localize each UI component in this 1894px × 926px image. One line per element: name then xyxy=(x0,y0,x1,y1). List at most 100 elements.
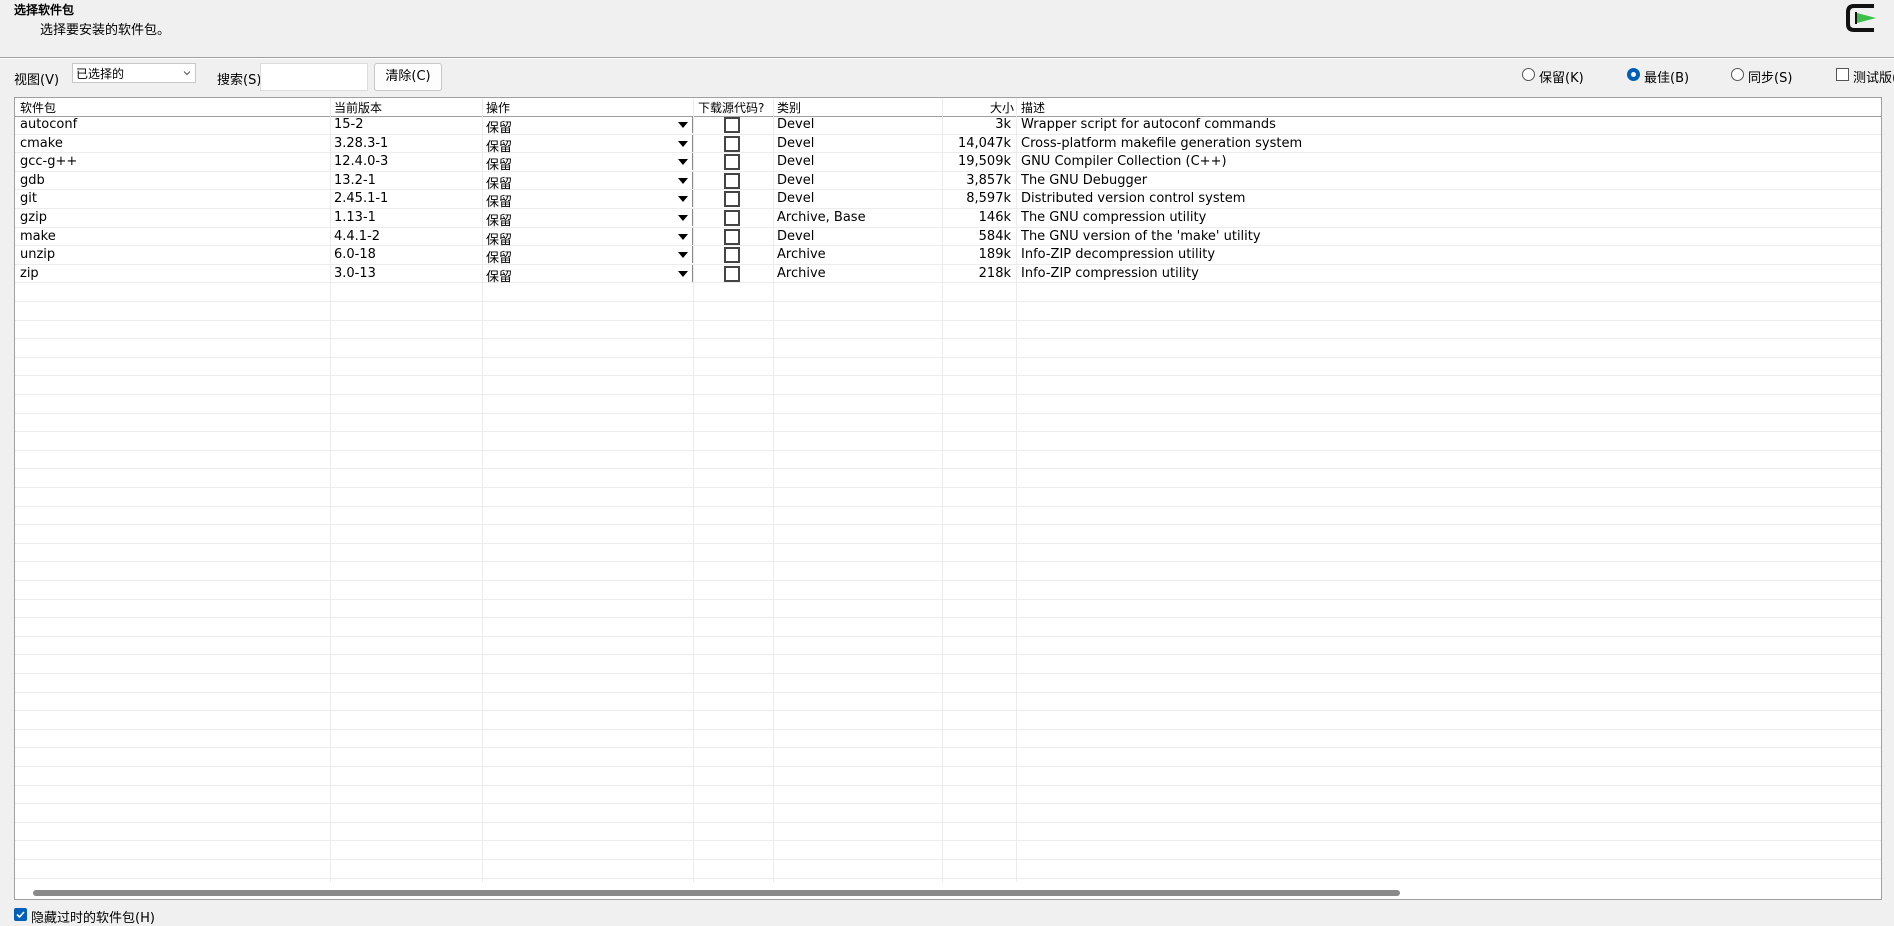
table-row[interactable]: zip 3.0-13 保留 Archive Info-ZIP compression u… xyxy=(15,264,1881,285)
description: The GNU compression utility xyxy=(1021,210,1207,225)
dropdown-arrow-icon[interactable] xyxy=(678,196,688,203)
action-select-border xyxy=(692,264,693,282)
package-name: gcc-g++ xyxy=(20,154,78,170)
empty-row xyxy=(15,860,1881,879)
empty-row xyxy=(15,432,1881,451)
package-size: 189k xyxy=(978,247,1011,263)
table-row[interactable]: gzip 1.13-1 保留 Archive, Base The GNU compres… xyxy=(15,209,1881,229)
package-name: gzip xyxy=(20,210,47,225)
package-size: 584k xyxy=(978,228,1011,244)
table-header: 软件包 当前版本 操作 下载源代码? 类别 大小 描述 xyxy=(15,98,1881,117)
empty-row xyxy=(15,841,1881,860)
radio-sync-circle[interactable] xyxy=(1731,68,1744,81)
clear-button[interactable]: 清除(C) xyxy=(374,63,442,91)
search-input[interactable] xyxy=(260,63,368,91)
horizontal-scrollbar[interactable] xyxy=(15,885,1881,899)
description: Distributed version control system xyxy=(1021,191,1246,207)
view-select[interactable]: 已选择的 xyxy=(72,63,196,83)
download-source-checkbox[interactable] xyxy=(724,154,740,171)
action-select-value[interactable]: 保留 xyxy=(486,136,512,155)
description: Info-ZIP decompression utility xyxy=(1021,247,1216,263)
table-row[interactable]: gcc-g++ 12.4.0-3 保留 Devel GNU Compiler Colle… xyxy=(15,153,1881,173)
empty-row xyxy=(15,339,1881,358)
radio-sync-label: 同步(S) xyxy=(1748,71,1793,86)
download-source-checkbox[interactable] xyxy=(724,191,740,208)
action-select-value[interactable]: 保留 xyxy=(486,191,512,210)
hide-obsolete-box[interactable] xyxy=(14,908,27,921)
action-select-border xyxy=(692,209,693,226)
package-size: 14,047k xyxy=(957,135,1011,151)
dropdown-arrow-icon[interactable] xyxy=(678,270,688,277)
empty-row xyxy=(15,376,1881,395)
action-select-value[interactable]: 保留 xyxy=(486,210,512,229)
table-row[interactable]: cmake 3.28.3-1 保留 Devel Cross-platform makef… xyxy=(15,134,1881,155)
action-select-value[interactable]: 保留 xyxy=(486,154,512,173)
action-select-value[interactable]: 保留 xyxy=(486,266,512,285)
view-label: 视图(V) xyxy=(14,73,60,88)
empty-row xyxy=(15,302,1881,321)
category: Devel xyxy=(777,154,815,170)
search-label: 搜索(S) xyxy=(217,73,262,88)
dropdown-arrow-icon[interactable] xyxy=(678,252,688,259)
action-select-border xyxy=(692,246,693,264)
col-header-action[interactable]: 操作 xyxy=(486,99,510,116)
page-subtitle: 选择要安装的软件包。 xyxy=(40,23,171,38)
radio-best-circle[interactable] xyxy=(1627,68,1640,81)
view-select-value: 已选择的 xyxy=(76,67,125,81)
empty-row xyxy=(15,674,1881,693)
dropdown-arrow-icon[interactable] xyxy=(678,159,688,166)
package-name: unzip xyxy=(20,247,56,263)
table-row[interactable]: autoconf 15-2 保留 Devel Wrapper script for au… xyxy=(15,116,1881,136)
current-version: 13.2-1 xyxy=(334,172,376,188)
table-row[interactable]: gdb 13.2-1 保留 Devel The GNU Debugger 3,857k xyxy=(15,171,1881,192)
table-row[interactable]: git 2.45.1-1 保留 Devel Distributed version co… xyxy=(15,190,1881,210)
empty-row xyxy=(15,283,1881,302)
action-select-value[interactable]: 保留 xyxy=(486,229,512,248)
test-version-box[interactable] xyxy=(1836,68,1849,81)
category: Archive xyxy=(777,265,826,281)
empty-row xyxy=(15,693,1881,712)
empty-row xyxy=(15,748,1881,767)
test-version-label: 测试版( xyxy=(1853,71,1894,86)
download-source-checkbox[interactable] xyxy=(724,228,740,245)
action-select-value[interactable]: 保留 xyxy=(486,117,512,136)
current-version: 6.0-18 xyxy=(334,247,376,263)
package-name: git xyxy=(20,191,37,207)
action-select-value[interactable]: 保留 xyxy=(486,247,512,266)
package-name: gdb xyxy=(20,172,45,188)
dropdown-arrow-icon[interactable] xyxy=(678,233,688,240)
description: The GNU version of the 'make' utility xyxy=(1021,228,1261,244)
download-source-checkbox[interactable] xyxy=(724,172,740,189)
download-source-checkbox[interactable] xyxy=(724,117,740,133)
package-size: 8,597k xyxy=(966,191,1011,207)
dropdown-arrow-icon[interactable] xyxy=(678,215,688,221)
checkmark-icon xyxy=(16,911,25,919)
download-source-checkbox[interactable] xyxy=(724,135,740,152)
description: Wrapper script for autoconf commands xyxy=(1021,117,1276,132)
empty-row xyxy=(15,730,1881,749)
empty-row xyxy=(15,544,1881,563)
dropdown-arrow-icon[interactable] xyxy=(678,177,688,184)
col-header-category[interactable]: 类别 xyxy=(777,99,801,116)
download-source-checkbox[interactable] xyxy=(724,265,740,282)
page-title: 选择软件包 xyxy=(14,3,75,17)
download-source-checkbox[interactable] xyxy=(724,247,740,264)
col-header-package[interactable]: 软件包 xyxy=(20,99,56,116)
horizontal-scrollbar-thumb[interactable] xyxy=(33,890,1400,896)
table-row[interactable]: unzip 6.0-18 保留 Archive Info-ZIP decompressi… xyxy=(15,246,1881,266)
table-row[interactable]: make 4.4.1-2 保留 Devel The GNU version of the… xyxy=(15,227,1881,248)
radio-keep-circle[interactable] xyxy=(1522,68,1535,81)
action-select-value[interactable]: 保留 xyxy=(486,173,512,192)
dropdown-arrow-icon[interactable] xyxy=(678,140,688,147)
empty-row xyxy=(15,655,1881,674)
col-header-source[interactable]: 下载源代码? xyxy=(698,99,764,116)
page-header: 选择软件包 选择要安装的软件包。 xyxy=(0,0,1894,57)
empty-row xyxy=(15,767,1881,786)
dropdown-arrow-icon[interactable] xyxy=(678,122,688,128)
download-source-checkbox[interactable] xyxy=(724,210,740,226)
col-header-description[interactable]: 描述 xyxy=(1021,99,1045,116)
col-header-version[interactable]: 当前版本 xyxy=(334,99,382,116)
col-header-size[interactable]: 大小 xyxy=(990,99,1014,116)
current-version: 4.4.1-2 xyxy=(334,228,381,244)
description: GNU Compiler Collection (C++) xyxy=(1021,154,1227,170)
